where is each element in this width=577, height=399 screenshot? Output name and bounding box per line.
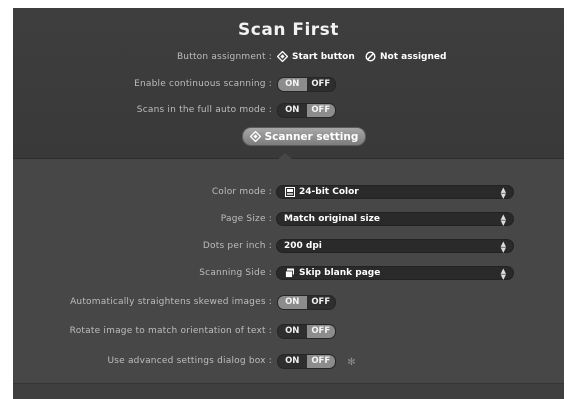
toggle-on[interactable]: ON	[278, 296, 307, 309]
prohibited-icon	[365, 51, 376, 62]
rotate-label: Rotate image to match orientation of tex…	[69, 326, 272, 336]
footer-strip	[13, 383, 564, 399]
select-arrows-icon: ▲ ▼	[500, 213, 506, 227]
toggle-on[interactable]: ON	[278, 355, 307, 368]
color-image-icon	[284, 187, 295, 198]
scanner-setting-button[interactable]: Scanner setting	[242, 127, 366, 146]
scan-first-panel: Scan First Button assignment : Start but…	[13, 8, 564, 399]
section-notch	[268, 153, 302, 168]
color-mode-select[interactable]: 24-bit Color ▲ ▼	[276, 185, 514, 200]
select-arrows-icon: ▲ ▼	[500, 267, 506, 281]
page-title: Scan First	[238, 20, 339, 40]
radio-start-button[interactable]: Start button	[277, 51, 355, 62]
straighten-toggle[interactable]: ON OFF	[277, 295, 336, 310]
toggle-on[interactable]: ON	[278, 325, 307, 338]
radio-not-assigned[interactable]: Not assigned	[365, 51, 446, 62]
color-mode-value: 24-bit Color	[299, 187, 359, 197]
toggle-off[interactable]: OFF	[306, 325, 335, 338]
page-size-select[interactable]: Match original size ▲ ▼	[276, 212, 514, 227]
button-assignment-label: Button assignment :	[176, 52, 272, 62]
select-arrows-icon: ▲ ▼	[500, 186, 506, 200]
toggle-off[interactable]: OFF	[307, 78, 336, 91]
diamond-icon	[249, 131, 261, 142]
rotate-toggle[interactable]: ON OFF	[277, 324, 336, 339]
scanning-side-label: Scanning Side :	[199, 268, 272, 278]
dpi-label: Dots per inch :	[202, 241, 272, 251]
scanner-setting-label: Scanner setting	[264, 130, 359, 143]
page-stack-icon	[284, 268, 295, 279]
toggle-on[interactable]: ON	[278, 78, 307, 91]
dpi-select[interactable]: 200 dpi ▲ ▼	[276, 239, 514, 254]
color-mode-label: Color mode :	[211, 187, 272, 197]
toggle-off[interactable]: OFF	[306, 355, 335, 368]
straighten-label: Automatically straightens skewed images …	[70, 297, 272, 307]
radio-not-assigned-label: Not assigned	[380, 51, 447, 62]
continuous-scanning-toggle[interactable]: ON OFF	[277, 77, 336, 92]
toggle-on[interactable]: ON	[278, 104, 307, 117]
full-auto-toggle[interactable]: ON OFF	[277, 103, 336, 118]
advanced-toggle[interactable]: ON OFF	[277, 354, 336, 369]
toggle-off[interactable]: OFF	[307, 296, 336, 309]
advanced-label: Use advanced settings dialog box :	[107, 356, 272, 366]
full-auto-label: Scans in the full auto mode :	[136, 105, 272, 115]
radio-start-label: Start button	[292, 51, 355, 62]
scanning-side-select[interactable]: Skip blank page ▲ ▼	[276, 266, 514, 281]
toggle-off[interactable]: OFF	[306, 104, 335, 117]
continuous-scanning-label: Enable continuous scanning :	[134, 79, 272, 89]
diamond-icon	[277, 51, 288, 62]
select-arrows-icon: ▲ ▼	[500, 240, 506, 254]
dpi-value: 200 dpi	[284, 241, 322, 251]
scanning-side-value: Skip blank page	[299, 268, 381, 278]
page-size-value: Match original size	[284, 214, 380, 224]
gear-icon[interactable]: ✻	[345, 356, 358, 369]
page-size-label: Page Size :	[220, 214, 272, 224]
